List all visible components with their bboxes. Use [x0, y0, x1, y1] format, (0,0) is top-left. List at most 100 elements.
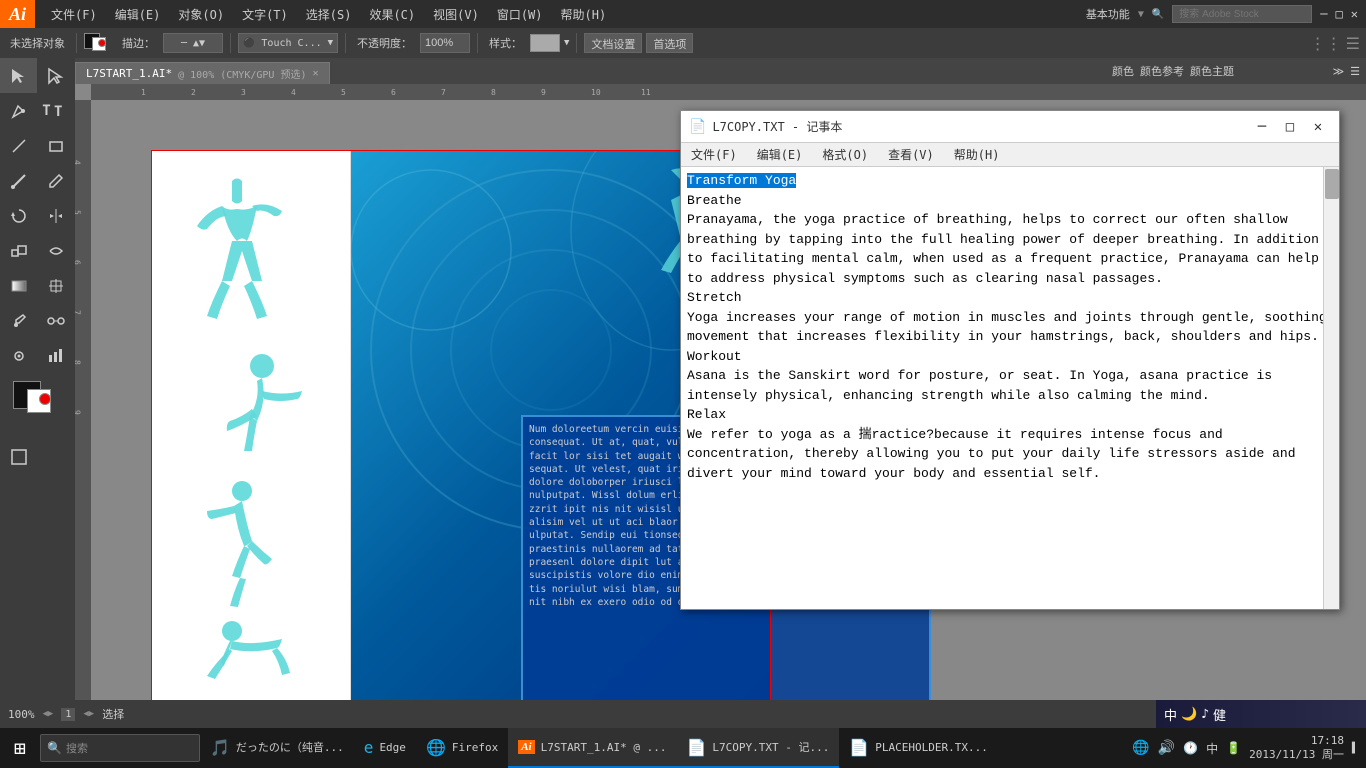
zoom-value[interactable]: 100%: [8, 708, 35, 721]
document-tab-active[interactable]: L7START_1.AI* @ 100% (CMYK/GPU 预选) ✕: [75, 62, 330, 84]
workspace-dropdown[interactable]: 基本功能: [1086, 6, 1130, 22]
show-desktop-button[interactable]: ▌: [1352, 743, 1358, 754]
np-menu-format[interactable]: 格式(O): [812, 144, 878, 165]
svg-text:6: 6: [391, 88, 396, 97]
taskbar-app-music[interactable]: 🎵 だったのに（纯音...: [200, 728, 354, 768]
rotate-tool[interactable]: [0, 198, 37, 233]
opacity-input[interactable]: [420, 33, 470, 53]
screen-mode-tool[interactable]: [0, 439, 37, 474]
stock-search-input[interactable]: [1172, 5, 1312, 23]
ime-chinese[interactable]: 中: [1164, 705, 1177, 724]
scrollbar-thumb[interactable]: [1325, 169, 1339, 199]
stroke-controls[interactable]: ─ ▲▼: [163, 33, 223, 53]
np-menu-view[interactable]: 查看(V): [878, 144, 944, 165]
toolbar-right: ⋮⋮ ☰: [1310, 34, 1360, 53]
reflect-tool[interactable]: [37, 198, 74, 233]
speaker-icon[interactable]: 🔊: [1158, 740, 1175, 756]
ime-health: 健: [1213, 705, 1226, 724]
style-swatch[interactable]: [530, 34, 560, 52]
selection-tool[interactable]: [0, 58, 37, 93]
panel-menu-icon[interactable]: ☰: [1350, 65, 1360, 78]
np-menu-help[interactable]: 帮助(H): [944, 144, 1010, 165]
doc-tab-close[interactable]: ✕: [312, 68, 318, 79]
column-graph-tool[interactable]: [37, 338, 74, 373]
menu-object[interactable]: 对象(O): [170, 2, 232, 27]
color-tab[interactable]: 颜色: [1112, 63, 1134, 79]
menu-select[interactable]: 选择(S): [298, 2, 360, 27]
gradient-tool[interactable]: [0, 268, 37, 303]
toolbar-menu[interactable]: ☰: [1346, 34, 1360, 53]
svg-text:9: 9: [541, 88, 546, 97]
taskbar-app-edge[interactable]: e Edge: [354, 728, 416, 768]
style-dropdown-arrow[interactable]: ▼: [564, 38, 569, 48]
taskbar-app-notepad2[interactable]: 📄 PLACEHOLDER.TX...: [839, 728, 998, 768]
eyedropper-tool[interactable]: [0, 303, 37, 338]
notepad-close-button[interactable]: ✕: [1305, 114, 1331, 140]
toolbar: 未选择对象 描边： ─ ▲▼ ⚫ Touch C... ▼ 不透明度： 样式： …: [0, 28, 1366, 58]
shape-tool[interactable]: [37, 128, 74, 163]
notepad1-app-label: L7COPY.TXT - 记...: [712, 739, 829, 755]
menu-edit[interactable]: 编辑(E): [107, 2, 169, 27]
menu-window[interactable]: 窗口(W): [489, 2, 551, 27]
menu-file[interactable]: 文件(F): [43, 2, 105, 27]
notepad-content-area[interactable]: Transform Yoga Breathe Pranayama, the yo…: [681, 167, 1339, 609]
menu-text[interactable]: 文字(T): [234, 2, 296, 27]
touch-dropdown[interactable]: ⚫ Touch C... ▼: [238, 33, 338, 53]
fill-stroke-indicator[interactable]: [84, 33, 114, 53]
notepad-maximize-button[interactable]: □: [1277, 114, 1303, 140]
menu-effect[interactable]: 效果(C): [361, 2, 423, 27]
stroke-value[interactable]: ─ ▲▼: [163, 33, 223, 53]
illustrator-app-icon: Ai: [518, 740, 534, 754]
opacity-label: 不透明度：: [353, 33, 416, 53]
top-menu-bar: Ai 文件(F) 编辑(E) 对象(O) 文字(T) 选择(S) 效果(C) 视…: [0, 0, 1366, 28]
menu-help[interactable]: 帮助(H): [553, 2, 615, 27]
blend-tool[interactable]: [37, 303, 74, 338]
panel-options[interactable]: ≫: [1333, 65, 1345, 78]
ruler-left: 4 5 6 7 8 9: [75, 100, 91, 740]
illustrator-app-label: L7START_1.AI* @ ...: [541, 741, 667, 754]
mesh-tool[interactable]: [37, 268, 74, 303]
warp-tool[interactable]: [37, 233, 74, 268]
close-button[interactable]: ✕: [1351, 7, 1358, 21]
max-button[interactable]: □: [1336, 7, 1343, 21]
notepad2-app-label: PLACEHOLDER.TX...: [875, 741, 988, 754]
taskbar-app-illustrator[interactable]: Ai L7START_1.AI* @ ...: [508, 728, 676, 768]
type-tool[interactable]: T T: [37, 93, 74, 128]
min-button[interactable]: ─: [1320, 7, 1327, 21]
notepad-scrollbar[interactable]: [1323, 167, 1339, 609]
toolbar-overflow[interactable]: ⋮⋮: [1310, 34, 1342, 53]
np-menu-edit[interactable]: 编辑(E): [747, 144, 813, 165]
network-icon[interactable]: 🌐: [1132, 740, 1149, 756]
pencil-tool[interactable]: [37, 163, 74, 198]
ime-taskbar[interactable]: 中: [1206, 740, 1218, 757]
paintbrush-tool[interactable]: [0, 163, 37, 198]
svg-text:8: 8: [491, 88, 496, 97]
preferences-button[interactable]: 首选项: [646, 33, 693, 53]
tool-row-4: [0, 163, 75, 198]
scale-tool[interactable]: [0, 233, 37, 268]
pen-tool[interactable]: [0, 93, 37, 128]
svg-text:4: 4: [291, 88, 296, 97]
np-menu-file[interactable]: 文件(F): [681, 144, 747, 165]
doc-settings-button[interactable]: 文档设置: [584, 33, 642, 53]
battery-icon[interactable]: 🔋: [1226, 741, 1241, 755]
artboard[interactable]: Num doloreetum vercin euisit la facipit …: [151, 150, 771, 730]
color-reference-tab[interactable]: 颜色参考: [1140, 63, 1184, 79]
notepad-window: 📄 L7COPY.TXT - 记事本 ─ □ ✕ 文件(F) 编辑(E) 格式(…: [680, 110, 1340, 610]
menu-view[interactable]: 视图(V): [425, 2, 487, 27]
notepad-titlebar: 📄 L7COPY.TXT - 记事本 ─ □ ✕: [681, 111, 1339, 143]
notepad-minimize-button[interactable]: ─: [1249, 114, 1275, 140]
svg-text:8: 8: [75, 360, 82, 365]
taskbar-app-firefox[interactable]: 🌐 Firefox: [416, 728, 508, 768]
line-tool[interactable]: [0, 128, 37, 163]
notepad-window-controls: ─ □ ✕: [1249, 114, 1331, 140]
ime-kana[interactable]: ♪: [1201, 707, 1209, 722]
taskbar-app-notepad1[interactable]: 📄 L7COPY.TXT - 记...: [676, 728, 839, 768]
symbol-tool[interactable]: [0, 338, 37, 373]
start-button[interactable]: ⊞: [0, 728, 40, 768]
taskbar-search-area[interactable]: 🔍 搜索: [40, 734, 200, 762]
direct-selection-tool[interactable]: [37, 58, 74, 93]
taskbar-search-label: 搜索: [66, 740, 88, 756]
edge-app-icon: e: [364, 738, 374, 757]
color-theme-tab[interactable]: 颜色主题: [1190, 63, 1234, 79]
